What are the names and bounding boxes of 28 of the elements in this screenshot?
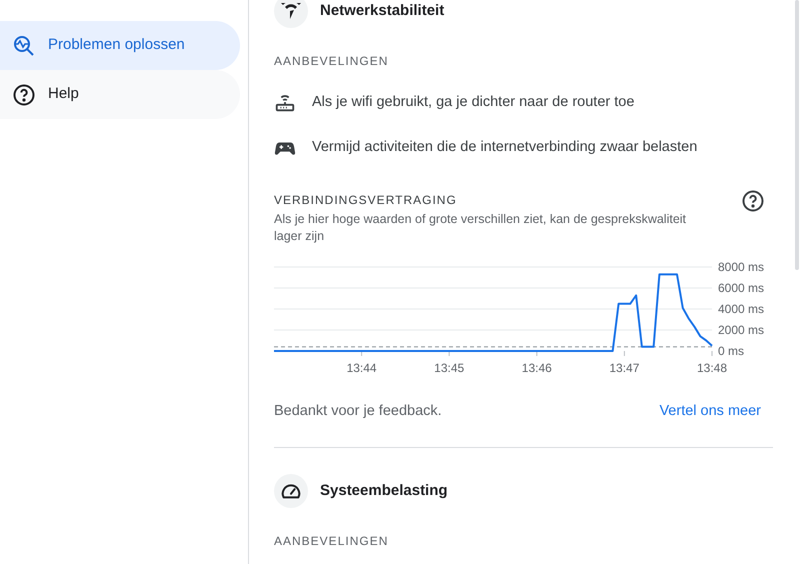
help-icon: [12, 82, 36, 106]
axis-label: 4000 ms: [718, 302, 764, 316]
troubleshoot-icon: [12, 34, 36, 58]
axis-label: 13:44: [346, 361, 377, 375]
axis-label: 13:47: [609, 361, 640, 375]
recommendation-text: Als je wifi gebruikt, ga je dichter naar de router toe: [312, 93, 634, 112]
feedback-link[interactable]: Vertel ons meer: [659, 401, 761, 423]
signal-icon: [281, 3, 301, 19]
help-button[interactable]: [741, 189, 765, 213]
axis-label: 8000 ms: [718, 260, 764, 274]
description-text: Als je hier hoge waarden of grote verschillen ziet, kan de gesprekskwaliteit lager zijn: [274, 211, 688, 245]
router-icon: [274, 92, 296, 114]
recommendation-text: Vermijd activiteiten die de internetverbinding zwaar belasten: [312, 138, 698, 158]
axis-label: 2000 ms: [718, 323, 764, 337]
scrollbar[interactable]: [795, 0, 799, 270]
axis-label: 13:46: [522, 361, 552, 375]
sidebar-item[interactable]: Help: [0, 70, 240, 119]
feedback-text: Bedankt voor je feedback.: [274, 402, 442, 421]
axis-label: 13:45: [434, 361, 464, 375]
section-title: Systeembelasting: [320, 480, 448, 500]
section-heading: AANBEVELINGEN: [274, 53, 390, 70]
axis-label: 0 ms: [718, 344, 744, 358]
section-heading: AANBEVELINGEN: [274, 532, 390, 550]
axis-label: 6000 ms: [718, 281, 764, 295]
section-title: Netwerkstabiliteit: [320, 0, 444, 21]
section-heading: VERBINDINGSVERTRAGING: [274, 192, 458, 209]
sidebar-item[interactable]: Problemen oplossen: [0, 21, 240, 70]
axis-label: 13:48: [696, 361, 728, 375]
